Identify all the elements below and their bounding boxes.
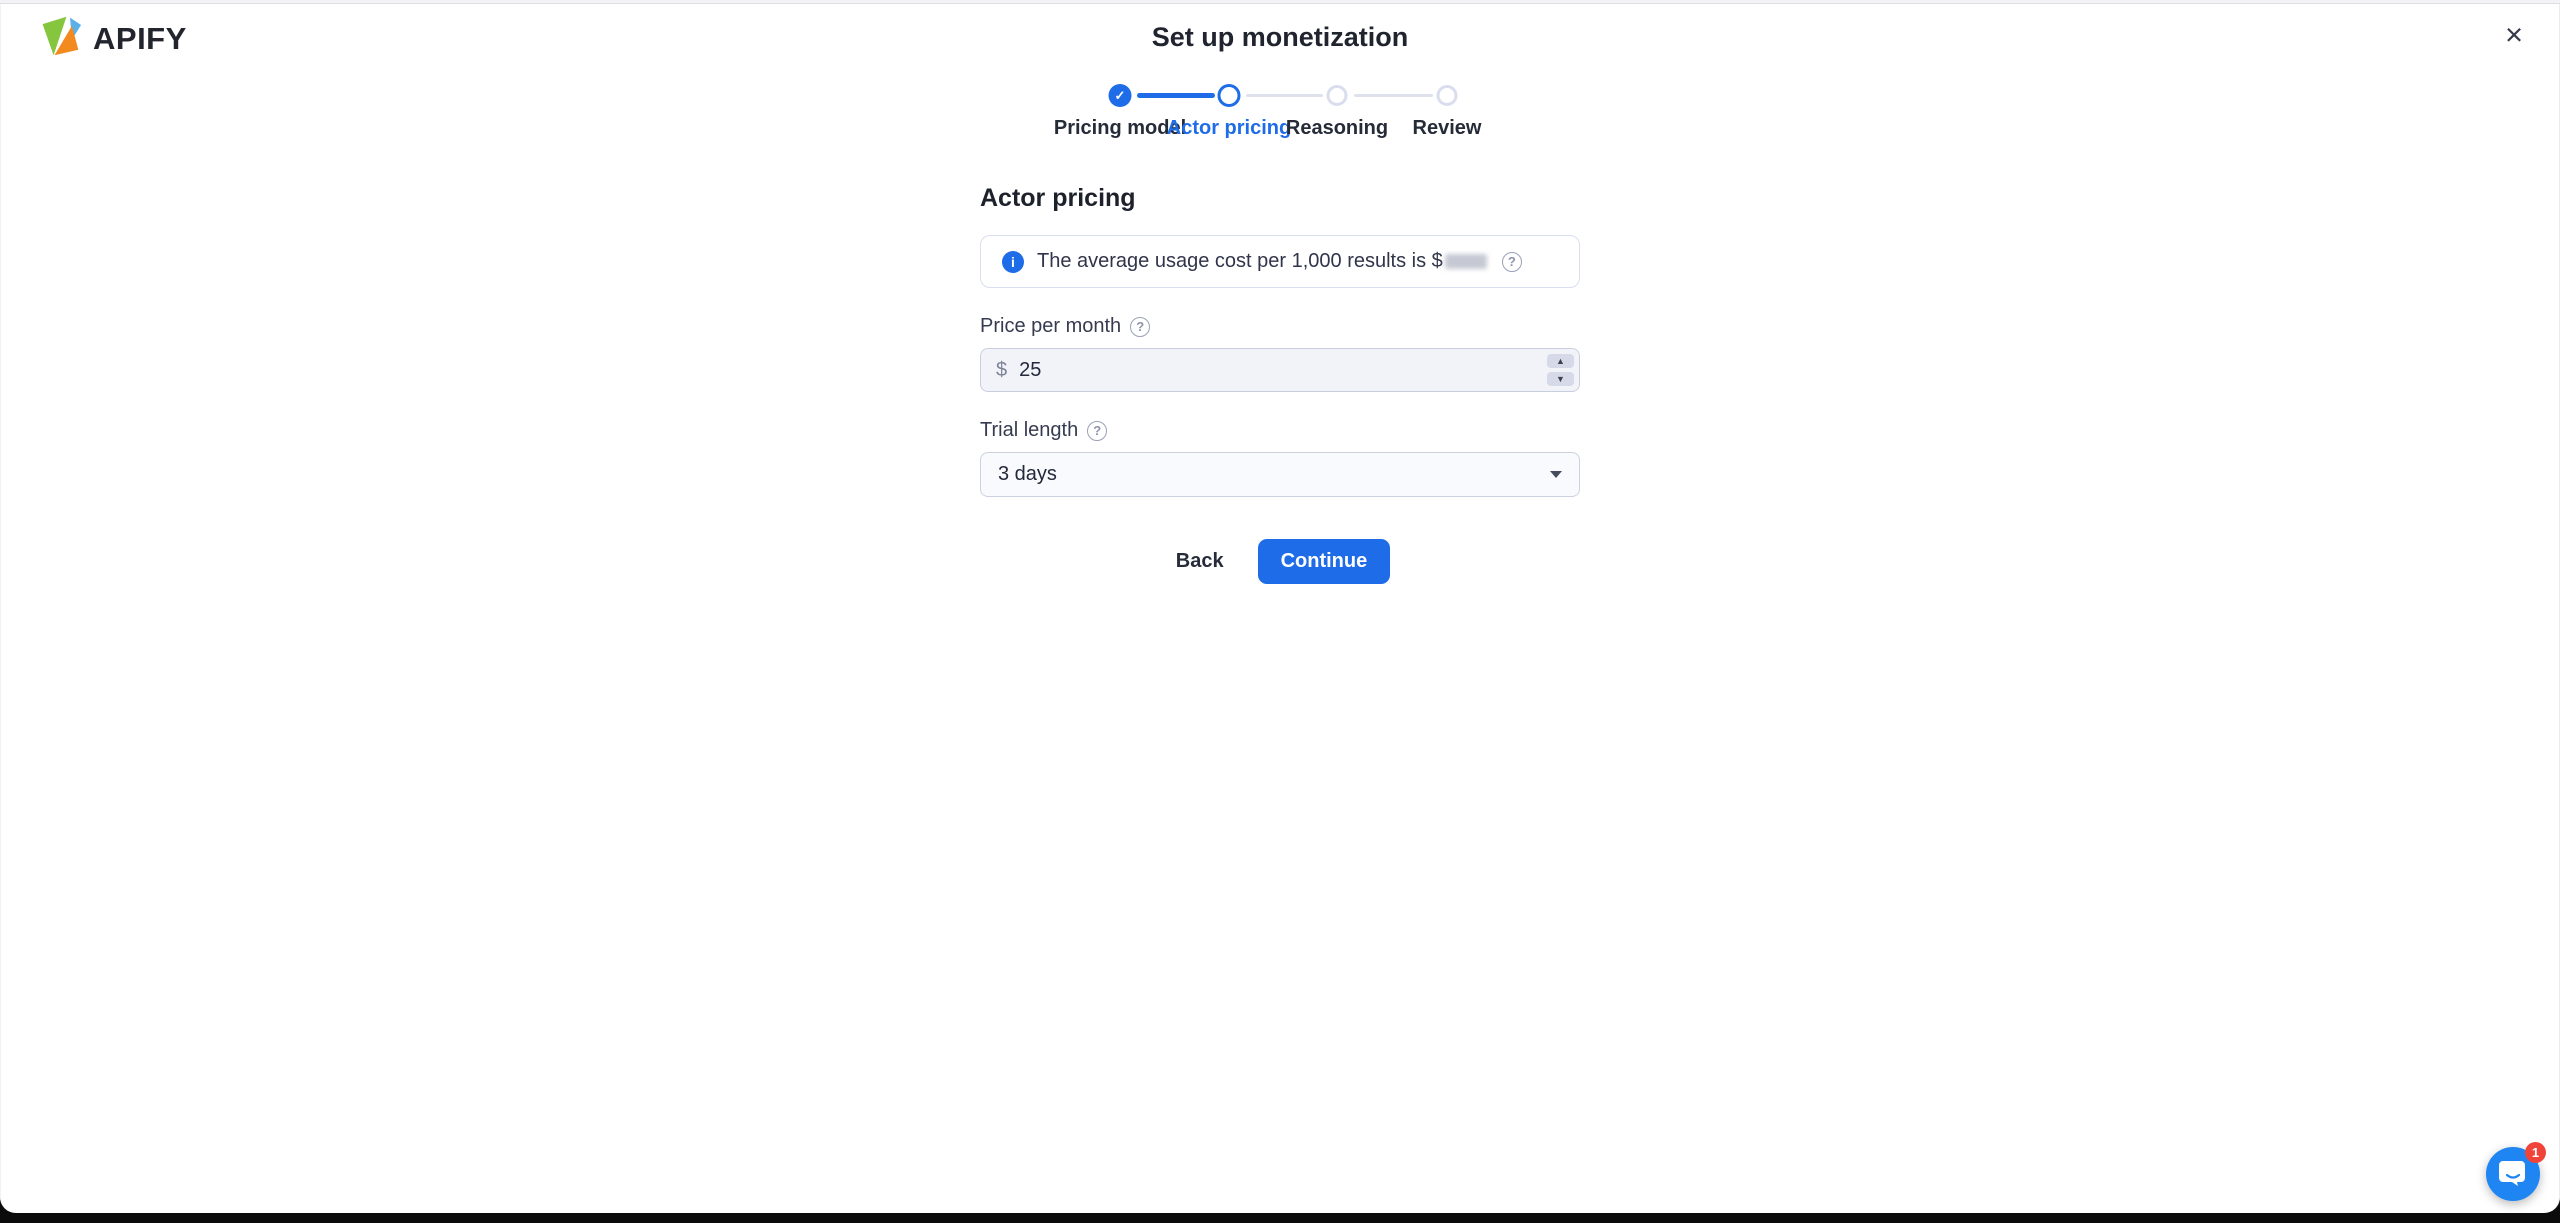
stepper-up-icon[interactable]: ▲: [1547, 354, 1574, 368]
check-icon: ✓: [1114, 87, 1126, 103]
step-label-review[interactable]: Review: [1413, 117, 1482, 140]
info-icon: i: [1002, 250, 1024, 273]
chat-launcher-button[interactable]: 1: [2486, 1142, 2546, 1201]
price-per-month-label: Price per month ?: [980, 315, 1580, 338]
step-pricing-model-circle[interactable]: ✓: [1108, 84, 1132, 107]
chat-bubble-icon: [2499, 1158, 2527, 1191]
help-icon[interactable]: ?: [1130, 316, 1151, 337]
unread-badge: 1: [2525, 1142, 2546, 1163]
monetization-modal: APIFY Set up monetization × ✓ Pricing mo…: [0, 0, 2560, 1213]
currency-prefix: $: [996, 358, 1008, 381]
modal-body: Actor pricing i The average usage cost p…: [980, 184, 1580, 584]
trial-length-label: Trial length ?: [980, 419, 1580, 442]
step-label-reasoning[interactable]: Reasoning: [1286, 117, 1388, 140]
redacted-value: [1444, 254, 1487, 270]
stepper-down-icon[interactable]: ▼: [1547, 372, 1574, 386]
back-button[interactable]: Back: [1170, 542, 1230, 581]
wizard-stepper: ✓ Pricing model Actor pricing Reasoning …: [1045, 84, 1515, 144]
stepper-connector: [1354, 94, 1433, 97]
price-input-box: $ ▲ ▼: [980, 348, 1580, 392]
apify-logo-text: APIFY: [93, 20, 187, 56]
trial-length-field: Trial length ? 3 days: [980, 419, 1580, 497]
price-per-month-field: Price per month ? $ ▲ ▼: [980, 315, 1580, 392]
stepper-connector: [1246, 94, 1323, 97]
continue-button[interactable]: Continue: [1257, 539, 1391, 584]
modal-header: APIFY Set up monetization ×: [0, 0, 2560, 68]
average-cost-info-banner: i The average usage cost per 1,000 resul…: [980, 235, 1580, 288]
apify-logo-icon: [38, 14, 82, 63]
step-actor-pricing-circle[interactable]: [1217, 84, 1241, 107]
info-banner-text: The average usage cost per 1,000 results…: [1037, 250, 1489, 273]
trial-length-selected-value: 3 days: [998, 463, 1057, 485]
number-stepper: ▲ ▼: [1547, 354, 1574, 386]
page-title: Actor pricing: [980, 184, 1136, 212]
modal-title: Set up monetization: [1151, 22, 1409, 52]
step-review-circle[interactable]: [1436, 85, 1458, 106]
close-icon[interactable]: ×: [2490, 10, 2538, 58]
wizard-actions: Back Continue: [980, 539, 1580, 584]
help-icon[interactable]: ?: [1501, 251, 1522, 272]
price-input[interactable]: [1019, 349, 1564, 391]
trial-length-select[interactable]: 3 days: [980, 452, 1580, 497]
stepper-connector-completed: [1137, 93, 1215, 98]
chevron-down-icon: [1550, 471, 1562, 478]
step-label-actor-pricing[interactable]: Actor pricing: [1167, 117, 1291, 140]
apify-logo: APIFY: [38, 14, 187, 63]
step-reasoning-circle[interactable]: [1326, 85, 1348, 106]
help-icon[interactable]: ?: [1087, 420, 1108, 441]
